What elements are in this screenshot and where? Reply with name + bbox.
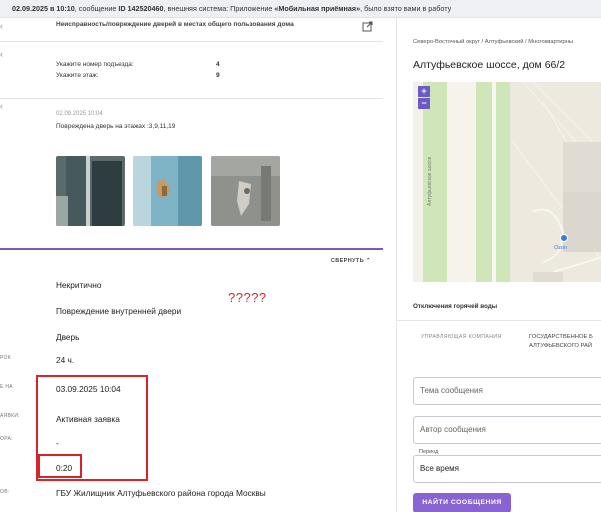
map-view[interactable]: Алтуфьевское шоссе Ozon + − <box>413 82 601 282</box>
photo-thumbnail[interactable] <box>133 156 202 226</box>
detail-label: Е НА <box>0 384 13 390</box>
notification-bar: 02.09.2025 в 10:10, сообщение ID 1425204… <box>0 0 601 18</box>
chevron-left-icon[interactable]: ‹ <box>0 49 3 59</box>
category-header: Неисправность/повреждение дверей в места… <box>56 21 294 28</box>
detail-label: РОК <box>0 355 11 361</box>
detail-value: Повреждение внутренней двери <box>56 306 182 316</box>
company-value-line-1: ГОСУДАРСТВЕННОЕ Б <box>529 334 593 340</box>
collapse-label: СВЕРНУТЬ <box>330 258 365 264</box>
period-legend: Период <box>417 449 441 455</box>
detail-label: ОРА: <box>0 436 13 442</box>
divider <box>397 320 601 321</box>
poi-label: Ozon <box>554 245 568 251</box>
location-pin-icon[interactable] <box>560 234 568 242</box>
notice-text-2: , внешняя система: Приложение <box>163 4 275 13</box>
notice-text-3: , было взято вами в работу <box>360 4 452 13</box>
detail-label: АЯВКИ: <box>0 413 20 419</box>
photo-thumbnail[interactable] <box>56 156 125 226</box>
message-timestamp: 02.09.2025 10:04 <box>56 111 103 117</box>
field-value-floor: 9 <box>216 72 220 79</box>
chevron-left-icon[interactable]: ‹ <box>0 101 3 111</box>
address-title: Алтуфьевское шоссе, дом 66/2 <box>413 59 566 71</box>
section-title: Отключения горячей воды <box>413 303 498 310</box>
field-label-entrance: Укажите номер подъезда: <box>56 61 134 68</box>
zoom-in-button[interactable]: + <box>418 86 430 97</box>
notice-date: 02.09.2025 в 10:10 <box>12 4 75 13</box>
detail-value: 24 ч. <box>56 355 75 365</box>
field-label-floor: Укажите этаж: <box>56 72 99 79</box>
notice-system: «Мобильная приёмная» <box>274 4 361 13</box>
divider <box>0 41 383 42</box>
author-input[interactable]: Автор сообщения <box>413 416 601 444</box>
chevron-left-icon[interactable]: ‹ <box>0 21 3 31</box>
company-label: УПРАВЛЯЮЩАЯ КОМПАНИЯ <box>421 334 502 340</box>
detail-value: ГБУ Жилищник Алтуфьевского района города… <box>56 488 266 498</box>
find-messages-button[interactable]: НАЙТИ СООБЩЕНИЯ <box>413 493 511 512</box>
section-divider <box>0 248 383 250</box>
period-select[interactable]: Все время <box>413 455 601 483</box>
breadcrumb[interactable]: Северо-Восточный округ / Алтуфьевский / … <box>413 39 573 45</box>
address-sidebar: Северо-Восточный округ / Алтуфьевский / … <box>396 18 601 512</box>
company-value-line-2: АЛТУФЬЕВСКОГО РАЙ <box>529 343 593 349</box>
external-link-icon[interactable] <box>362 19 373 37</box>
detail-value: Дверь <box>56 332 80 342</box>
photo-thumbnail[interactable] <box>211 156 280 226</box>
notice-id: ID 142520460 <box>118 4 164 13</box>
highlight-box <box>38 454 82 478</box>
zoom-out-button[interactable]: − <box>418 98 430 109</box>
collapse-button[interactable]: СВЕРНУТЬ ⌃ <box>331 258 371 264</box>
detail-value: Некритично <box>56 280 102 290</box>
street-label: Алтуфьевское шоссе <box>427 156 433 206</box>
request-detail-panel: ‹ Неисправность/повреждение дверей в мес… <box>0 18 383 512</box>
divider <box>0 98 383 99</box>
topic-input[interactable]: Тема сообщения <box>413 377 601 405</box>
detail-label: ОВ: <box>0 489 10 495</box>
chevron-up-icon: ⌃ <box>365 258 371 264</box>
annotation-text: ????? <box>228 290 267 305</box>
field-value-entrance: 4 <box>216 61 220 68</box>
message-text: Повреждена дверь на этажах :3,9,11,19 <box>56 123 176 130</box>
notice-text-1: , сообщение <box>74 4 119 13</box>
